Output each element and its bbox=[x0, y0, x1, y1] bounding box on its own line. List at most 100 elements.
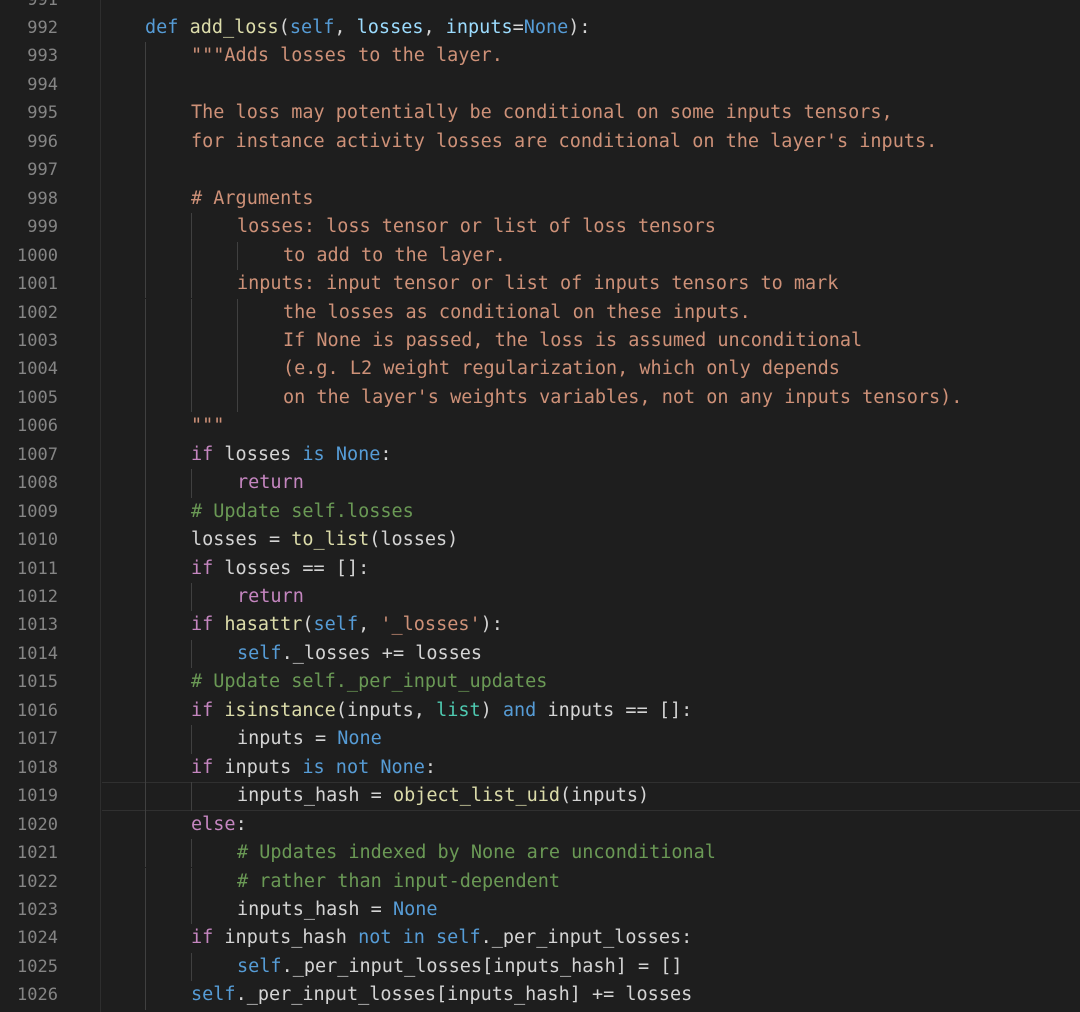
code-token: inputs_hash = bbox=[237, 898, 393, 920]
code-line[interactable]: 1011 if losses == []: bbox=[0, 554, 1080, 583]
code-token: inputs: input tensor or list of inputs t… bbox=[237, 273, 839, 295]
code-text[interactable]: if inputs is not None: bbox=[191, 754, 436, 782]
code-line[interactable]: 1017 inputs = None bbox=[0, 725, 1080, 754]
code-line[interactable]: 996 for instance activity losses are cond… bbox=[0, 127, 1080, 157]
code-token: : bbox=[424, 756, 437, 778]
code-text[interactable]: losses = to_list(losses) bbox=[191, 526, 458, 554]
code-line[interactable]: 1006 """ bbox=[0, 412, 1080, 441]
indent-guide bbox=[191, 583, 192, 612]
code-line[interactable]: 994 bbox=[0, 70, 1080, 100]
code-token: inputs bbox=[224, 756, 303, 778]
code-text[interactable]: # Update self.losses bbox=[191, 498, 414, 526]
code-text[interactable]: inputs_hash = None bbox=[237, 896, 438, 924]
code-text[interactable]: # Update self._per_input_updates bbox=[191, 668, 547, 696]
code-line[interactable]: 1004 (e.g. L2 weight regularization, whic… bbox=[0, 355, 1080, 384]
code-text[interactable]: def add_loss(self, losses, inputs=None): bbox=[145, 14, 591, 42]
code-token: for instance activity losses are conditi… bbox=[191, 130, 938, 152]
code-text[interactable]: to add to the layer. bbox=[283, 242, 506, 270]
code-text[interactable]: (e.g. L2 weight regularization, which on… bbox=[283, 355, 840, 383]
code-token: is bbox=[302, 443, 336, 465]
code-text[interactable]: the losses as conditional on these input… bbox=[283, 299, 751, 327]
code-line[interactable]: 1009 # Update self.losses bbox=[0, 497, 1080, 527]
code-line[interactable]: 1025 self._per_input_losses[inputs_hash] … bbox=[0, 952, 1080, 982]
code-editor[interactable]: 991992def add_loss(self, losses, inputs=… bbox=[0, 0, 1080, 1012]
line-number: 1000 bbox=[17, 245, 58, 266]
line-number: 1015 bbox=[17, 672, 58, 693]
code-line[interactable]: 1003 If None is passed, the loss is assum… bbox=[0, 326, 1080, 356]
code-line[interactable]: 1021 # Updates indexed by None are uncond… bbox=[0, 839, 1080, 868]
code-line[interactable]: 1018 if inputs is not None: bbox=[0, 753, 1080, 783]
code-text[interactable]: """Adds losses to the layer. bbox=[191, 42, 503, 70]
code-line[interactable]: 1016 if isinstance(inputs, list) and inpu… bbox=[0, 696, 1080, 726]
indent-guide bbox=[145, 782, 146, 811]
code-line[interactable]: 1014 self._losses += losses bbox=[0, 639, 1080, 669]
indent-guide bbox=[145, 270, 146, 299]
code-text[interactable]: The loss may potentially be conditional … bbox=[191, 99, 893, 127]
code-token: ): bbox=[568, 17, 591, 38]
indent-guide bbox=[145, 383, 146, 413]
code-line[interactable]: 1019 inputs_hash = object_list_uid(inputs… bbox=[0, 782, 1080, 811]
code-text[interactable]: on the layer's weights variables, not on… bbox=[283, 384, 962, 412]
code-line[interactable]: 995 The loss may potentially be condition… bbox=[0, 99, 1080, 128]
code-token: None bbox=[337, 728, 382, 750]
code-line[interactable]: 1000 to add to the layer. bbox=[0, 241, 1080, 271]
code-line[interactable]: 1023 inputs_hash = None bbox=[0, 895, 1080, 925]
code-text[interactable]: # Updates indexed by None are unconditio… bbox=[237, 839, 716, 867]
code-line[interactable]: 1007 if losses is None: bbox=[0, 440, 1080, 470]
code-text[interactable]: if hasattr(self, '_losses'): bbox=[191, 611, 503, 639]
code-text[interactable]: if losses == []: bbox=[191, 555, 369, 583]
code-line[interactable]: 1008 return bbox=[0, 469, 1080, 498]
code-text[interactable]: """ bbox=[191, 412, 224, 440]
indent-guide bbox=[191, 241, 192, 271]
code-line[interactable]: 1024 if inputs_hash not in self._per_inpu… bbox=[0, 924, 1080, 953]
code-text[interactable]: if isinstance(inputs, list) and inputs =… bbox=[191, 697, 692, 725]
code-line[interactable]: 1010 losses = to_list(losses) bbox=[0, 526, 1080, 555]
code-token: ._per_input_losses[inputs_hash] += losse… bbox=[235, 984, 693, 1006]
code-line[interactable]: 997 bbox=[0, 156, 1080, 185]
code-text[interactable]: losses: loss tensor or list of loss tens… bbox=[237, 213, 716, 241]
code-text[interactable]: inputs_hash = object_list_uid(inputs) bbox=[237, 782, 649, 810]
code-text[interactable]: return bbox=[237, 583, 304, 611]
code-line[interactable]: 1012 return bbox=[0, 583, 1080, 612]
indent-guide bbox=[145, 867, 146, 896]
code-token: If None is passed, the loss is assumed u… bbox=[283, 329, 863, 351]
code-line[interactable]: 1013 if hasattr(self, '_losses'): bbox=[0, 611, 1080, 640]
code-line[interactable]: 1015 # Update self._per_input_updates bbox=[0, 668, 1080, 697]
code-line[interactable]: 1005 on the layer's weights variables, no… bbox=[0, 383, 1080, 413]
code-text[interactable]: self._per_input_losses[inputs_hash] += l… bbox=[191, 981, 692, 1009]
indent-guide bbox=[191, 383, 192, 413]
code-line[interactable]: 993 """Adds losses to the layer. bbox=[0, 42, 1080, 71]
code-line[interactable]: 992 def add_loss(self, losses, inputs=Non… bbox=[0, 14, 1080, 42]
code-text[interactable]: self._losses += losses bbox=[237, 640, 482, 668]
code-token: (e.g. L2 weight regularization, which on… bbox=[283, 358, 840, 380]
code-text[interactable]: for instance activity losses are conditi… bbox=[191, 128, 937, 156]
code-text[interactable]: If None is passed, the loss is assumed u… bbox=[283, 327, 862, 355]
code-line[interactable]: 999 losses: loss tensor or list of loss t… bbox=[0, 213, 1080, 242]
code-line-partial[interactable]: 991 bbox=[0, 0, 1080, 14]
code-line[interactable]: 1026 self._per_input_losses[inputs_hash] … bbox=[0, 981, 1080, 1010]
code-text[interactable]: # Arguments bbox=[191, 185, 314, 213]
code-line[interactable]: 1002 the losses as conditional on these i… bbox=[0, 298, 1080, 327]
line-number: 1020 bbox=[17, 814, 58, 835]
code-token: to add to the layer. bbox=[283, 244, 506, 266]
indent-guide bbox=[145, 42, 146, 71]
code-text[interactable]: if inputs_hash not in self._per_input_lo… bbox=[191, 924, 692, 952]
code-text[interactable]: else: bbox=[191, 811, 247, 839]
code-token: None bbox=[335, 443, 381, 465]
code-token: self bbox=[436, 927, 481, 949]
code-line[interactable]: 1022 # rather than input-dependent bbox=[0, 867, 1080, 896]
line-number: 991 bbox=[0, 0, 58, 14]
code-text[interactable]: if losses is None: bbox=[191, 441, 392, 469]
line-number: 1009 bbox=[17, 501, 58, 522]
code-text[interactable]: return bbox=[237, 469, 304, 497]
code-line[interactable]: 1020 else: bbox=[0, 810, 1080, 840]
code-text[interactable]: self._per_input_losses[inputs_hash] = [] bbox=[237, 953, 683, 981]
code-text[interactable]: inputs: input tensor or list of inputs t… bbox=[237, 270, 838, 298]
code-token: list bbox=[436, 699, 481, 721]
code-token: return bbox=[237, 586, 304, 607]
code-line[interactable]: 1001 inputs: input tensor or list of inpu… bbox=[0, 270, 1080, 299]
code-line[interactable]: 998 # Arguments bbox=[0, 184, 1080, 214]
code-text[interactable]: inputs = None bbox=[237, 725, 382, 753]
code-token: self bbox=[289, 17, 335, 38]
code-text[interactable]: # rather than input-dependent bbox=[237, 868, 560, 896]
